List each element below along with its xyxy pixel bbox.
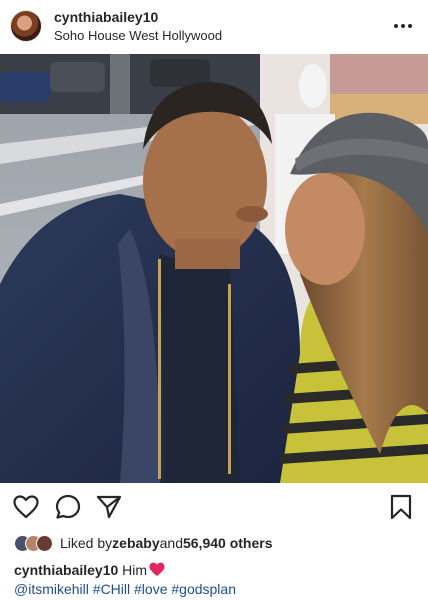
- post-photo[interactable]: [0, 54, 428, 483]
- photo-illustration: [0, 54, 428, 483]
- liker-avatars[interactable]: [14, 533, 54, 553]
- liked-by-user-link[interactable]: zebaby: [112, 535, 159, 551]
- hashtag-link[interactable]: #CHill: [93, 581, 130, 597]
- comment-bubble-icon: [55, 494, 81, 519]
- save-button[interactable]: [387, 494, 415, 520]
- mention-link[interactable]: @itsmikehill: [14, 581, 89, 597]
- hashtag-link[interactable]: #love: [134, 581, 167, 597]
- comment-button[interactable]: [54, 494, 82, 520]
- red-heart-icon: [149, 562, 165, 576]
- post-user-block: cynthiabailey10 Soho House West Hollywoo…: [54, 9, 222, 44]
- caption-text: Him: [118, 562, 148, 578]
- share-button[interactable]: [95, 494, 123, 520]
- likes-and: and: [159, 535, 183, 551]
- likes-row: Liked by zebaby and 56,940 others: [14, 532, 272, 554]
- more-options-button[interactable]: [390, 14, 416, 38]
- hashtag-link[interactable]: #godsplan: [171, 581, 236, 597]
- username-link[interactable]: cynthiabailey10: [54, 9, 222, 26]
- post-header: cynthiabailey10 Soho House West Hollywoo…: [0, 0, 428, 54]
- avatar[interactable]: [10, 10, 42, 42]
- location-link[interactable]: Soho House West Hollywood: [54, 27, 222, 44]
- caption: cynthiabailey10 Him: [14, 561, 165, 579]
- paper-plane-icon: [96, 495, 122, 519]
- liker-avatar: [36, 535, 53, 552]
- likes-count-link[interactable]: 56,940 others: [183, 535, 273, 551]
- bookmark-icon: [390, 494, 412, 520]
- like-button[interactable]: [12, 494, 40, 520]
- caption-author-link[interactable]: cynthiabailey10: [14, 562, 118, 578]
- heart-outline-icon: [13, 495, 39, 519]
- likes-prefix: Liked by: [60, 535, 113, 551]
- more-options-icon: [394, 24, 412, 28]
- action-bar: [0, 483, 428, 531]
- caption-tags: @itsmikehill #CHill #love #godsplan: [14, 580, 236, 598]
